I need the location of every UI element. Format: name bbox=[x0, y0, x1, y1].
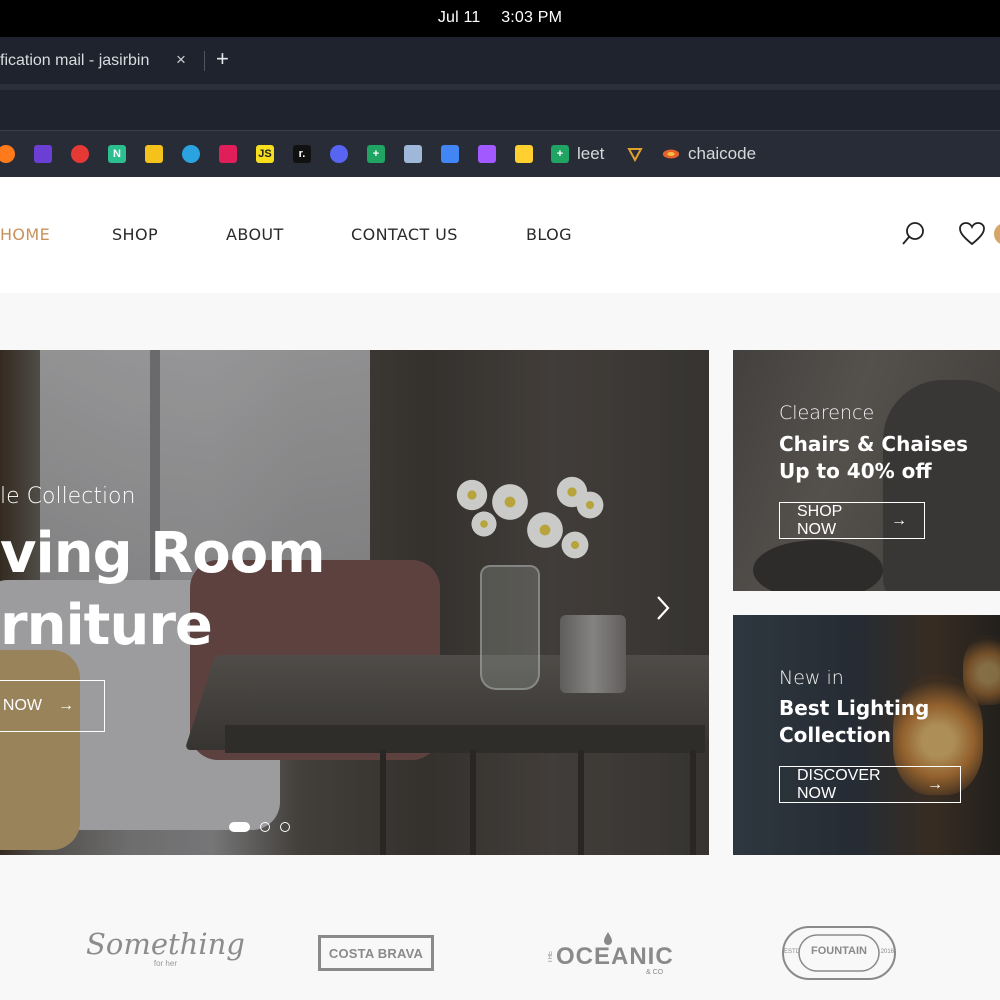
brand-fountain-estd: ESTD bbox=[784, 949, 801, 955]
promo-kicker: New in bbox=[779, 667, 844, 689]
brand-costa-name: COSTA BRAVA bbox=[328, 945, 424, 961]
hero-button-label: P NOW bbox=[0, 697, 42, 714]
arrow-right-icon: → bbox=[927, 775, 943, 793]
notion-icon[interactable]: N bbox=[108, 145, 126, 163]
slider-dot[interactable] bbox=[280, 822, 290, 832]
js-icon[interactable]: JS bbox=[256, 145, 274, 163]
os-top-bar: Jul 11 3:03 PM bbox=[0, 0, 1000, 37]
hero-title-line-1: ving Room bbox=[0, 521, 326, 586]
brand-logo-something[interactable]: Something for her bbox=[86, 927, 245, 968]
brand-logos-strip: Something for her COSTA BRAVA THE OCEANI… bbox=[0, 855, 1000, 1000]
firefox-icon[interactable] bbox=[0, 145, 15, 163]
site-header: HOME SHOP ABOUT CONTACT US BLOG bbox=[0, 177, 1000, 293]
promo-headline-line-1: Best Lighting bbox=[779, 696, 930, 720]
book-icon[interactable] bbox=[404, 145, 422, 163]
promo-kicker: Clearence bbox=[779, 402, 875, 424]
brand-logo-costa-brava[interactable]: COSTA BRAVA bbox=[318, 935, 434, 971]
browser-tab-strip: fication mail - jasirbin × + bbox=[0, 37, 1000, 84]
slack-icon[interactable] bbox=[219, 145, 237, 163]
promo-headline-line-2: Collection bbox=[779, 723, 891, 747]
keep-icon[interactable] bbox=[145, 145, 163, 163]
clock-time: 3:03 PM bbox=[501, 9, 563, 26]
tab-title: fication mail - jasirbin bbox=[0, 51, 150, 69]
hero-shop-now-button[interactable]: P NOW → bbox=[0, 680, 105, 732]
promo-headline-line-2: Up to 40% off bbox=[779, 459, 932, 483]
promo-headline: Best Lighting Collection bbox=[779, 695, 929, 749]
sheets-icon[interactable]: + bbox=[367, 145, 385, 163]
slider-dot[interactable] bbox=[260, 822, 270, 832]
brand-oceanic-co: & CO bbox=[646, 969, 664, 976]
wishlist-heart-icon[interactable] bbox=[958, 221, 985, 247]
bolt-icon[interactable] bbox=[34, 145, 52, 163]
miro-icon[interactable] bbox=[515, 145, 533, 163]
arrow-right-icon: → bbox=[58, 697, 74, 714]
bookmarks-bar: N JS r. + + leet chaicode bbox=[0, 130, 1000, 177]
brand-fountain-year: 2016 bbox=[880, 949, 894, 955]
nav-blog[interactable]: BLOG bbox=[526, 225, 572, 244]
hero-title-line-2: rniture bbox=[0, 593, 213, 658]
promo-headline: Chairs & Chaises Up to 40% off bbox=[779, 431, 968, 485]
tab-divider bbox=[204, 51, 205, 71]
slider-next-arrow-icon[interactable] bbox=[655, 594, 671, 630]
nav-shop[interactable]: SHOP bbox=[112, 225, 158, 244]
figma-icon[interactable] bbox=[478, 145, 496, 163]
tab-close-icon[interactable]: × bbox=[176, 50, 186, 70]
replit-icon[interactable]: r. bbox=[293, 145, 311, 163]
hero-title: ving Room rniture bbox=[0, 518, 326, 662]
new-tab-button[interactable]: + bbox=[216, 46, 229, 72]
telegram-icon[interactable] bbox=[182, 145, 200, 163]
leet-sheets-icon: + bbox=[551, 145, 569, 163]
brand-oceanic-name: OCEANIC bbox=[556, 943, 674, 970]
search-icon[interactable] bbox=[900, 221, 926, 247]
bookmark-chaicode[interactable]: chaicode bbox=[688, 144, 756, 164]
system-clock[interactable]: Jul 11 3:03 PM bbox=[0, 9, 1000, 27]
nav-contact[interactable]: CONTACT US bbox=[351, 225, 458, 244]
youtube-icon[interactable] bbox=[71, 145, 89, 163]
hero-subtitle: le Collection bbox=[0, 484, 136, 509]
button-label: SHOP NOW bbox=[797, 502, 843, 538]
cart-avatar-icon[interactable] bbox=[994, 223, 1000, 245]
brand-something-name: Something bbox=[86, 927, 245, 961]
chaicode-tea-icon bbox=[626, 145, 644, 163]
button-label: DISCOVER NOW bbox=[797, 766, 881, 802]
nav-home[interactable]: HOME bbox=[0, 225, 50, 244]
slider-dot[interactable] bbox=[229, 822, 250, 832]
promo-card-chairs: Clearence Chairs & Chaises Up to 40% off… bbox=[733, 350, 1000, 591]
discover-now-button[interactable]: DISCOVER NOW → bbox=[779, 766, 961, 803]
address-bar[interactable] bbox=[0, 90, 1000, 130]
nav-about[interactable]: ABOUT bbox=[226, 225, 284, 244]
brand-logo-fountain[interactable]: FOUNTAIN ESTD 2016 bbox=[781, 925, 897, 981]
chaicode-icon bbox=[662, 145, 680, 163]
slider-pagination bbox=[229, 822, 290, 832]
promo-card-lighting: New in Best Lighting Collection DISCOVER… bbox=[733, 615, 1000, 855]
brand-oceanic-the: THE bbox=[548, 951, 554, 963]
discord-icon[interactable] bbox=[330, 145, 348, 163]
clock-date: Jul 11 bbox=[437, 9, 481, 26]
docs-icon[interactable] bbox=[441, 145, 459, 163]
promo-headline-line-1: Chairs & Chaises bbox=[779, 432, 969, 456]
bookmark-leet[interactable]: leet bbox=[577, 144, 604, 164]
shop-now-button[interactable]: SHOP NOW → bbox=[779, 502, 925, 539]
browser-tab[interactable]: fication mail - jasirbin × bbox=[0, 37, 200, 84]
hero-slider: le Collection ving Room rniture P NOW → bbox=[0, 350, 709, 855]
arrow-right-icon: → bbox=[891, 511, 907, 529]
